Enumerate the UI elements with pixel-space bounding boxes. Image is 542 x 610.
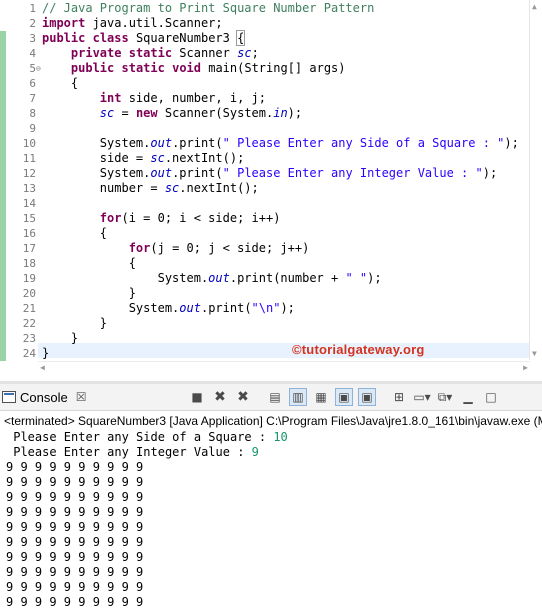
line-number: 4 xyxy=(29,47,36,60)
maximize-icon[interactable]: □ xyxy=(482,388,500,406)
line-number: 14 xyxy=(22,197,36,210)
line-number-gutter: 1 2 3 4 5 6 7 8 9 10 11 12 13 14 15 16 17 18 19 20 21 22 23 24 ⊖ xyxy=(6,0,41,381)
code-line[interactable]: System.out.print("\n"); xyxy=(42,301,295,316)
line-number: 18 xyxy=(22,257,36,270)
line-number: 17 xyxy=(22,242,36,255)
show-stdout-icon[interactable]: ▣ xyxy=(335,388,353,406)
toolbar-separator xyxy=(257,388,263,406)
console-output-row: 9 9 9 9 9 9 9 9 9 9 xyxy=(6,580,151,594)
scroll-left-icon[interactable]: ◀ xyxy=(40,363,45,372)
code-line[interactable]: System.out.print(" Please Enter any Side… xyxy=(42,136,519,151)
code-editor[interactable]: 1 2 3 4 5 6 7 8 9 10 11 12 13 14 15 16 17 18 19 20 21 22 23 24 ⊖… xyxy=(0,0,542,381)
scroll-down-icon[interactable]: ▼ xyxy=(532,349,537,358)
line-number: 9 xyxy=(29,122,36,135)
line-number: 12 xyxy=(22,167,36,180)
show-stderr-icon[interactable]: ▣ xyxy=(358,388,376,406)
code-area[interactable]: // Java Program to Print Square Number P… xyxy=(42,0,530,381)
open-console-icon[interactable]: ⧉▾ xyxy=(436,388,454,406)
remove-all-icon[interactable]: ✖ xyxy=(234,388,252,406)
console-output-row: 9 9 9 9 9 9 9 9 9 9 xyxy=(6,505,151,519)
scroll-up-icon[interactable]: ▲ xyxy=(532,2,537,11)
code-line[interactable]: sc = new Scanner(System.in); xyxy=(42,106,302,121)
code-line[interactable]: for(i = 0; i < side; i++) xyxy=(42,211,281,226)
display-console-icon[interactable]: ▭▾ xyxy=(413,388,431,406)
line-number: 7 xyxy=(29,92,36,105)
watermark: ©tutorialgateway.org xyxy=(292,342,425,357)
user-input: 9 xyxy=(251,445,259,459)
console-output-row: 9 9 9 9 9 9 9 9 9 9 xyxy=(6,475,151,489)
line-number: 23 xyxy=(22,332,36,345)
code-line[interactable]: number = sc.nextInt(); xyxy=(42,181,259,196)
code-line[interactable]: { xyxy=(42,256,136,271)
user-input: 10 xyxy=(273,430,288,444)
console-line: Please Enter any Integer Value : 9 xyxy=(6,445,259,459)
line-number: 1 xyxy=(29,2,36,15)
console-view: Console ☒ ■ ✖ ✖ ▤ ▥ ▦ ▣ ▣ ⊞ ▭▾ ⧉▾ ▁ □ <t… xyxy=(0,384,542,609)
code-line[interactable]: } xyxy=(42,331,78,346)
tab-console-label: Console xyxy=(20,389,68,405)
pin-console-icon[interactable]: ⊞ xyxy=(390,388,408,406)
line-number: 22 xyxy=(22,317,36,330)
code-line[interactable]: for(j = 0; j < side; j++) xyxy=(42,241,310,256)
console-toolbar: ■ ✖ ✖ ▤ ▥ ▦ ▣ ▣ ⊞ ▭▾ ⧉▾ ▁ □ xyxy=(188,388,505,406)
line-number: 16 xyxy=(22,227,36,240)
line-number: 5 xyxy=(29,62,36,75)
console-output-row: 9 9 9 9 9 9 9 9 9 9 xyxy=(6,460,151,474)
remove-launch-icon[interactable]: ✖ xyxy=(211,388,229,406)
console-output-row: 9 9 9 9 9 9 9 9 9 9 xyxy=(6,490,151,504)
scroll-lock-icon[interactable]: ▥ xyxy=(289,388,307,406)
close-icon[interactable]: ☒ xyxy=(76,390,87,404)
code-line[interactable]: { xyxy=(42,76,78,91)
console-output-row: 9 9 9 9 9 9 9 9 9 9 xyxy=(6,535,151,549)
console-output: Please Enter any Side of a Square : 10 P… xyxy=(6,430,288,610)
console-output-row: 9 9 9 9 9 9 9 9 9 9 xyxy=(6,565,151,579)
code-line[interactable]: } xyxy=(42,316,107,331)
line-number: 10 xyxy=(22,137,36,150)
line-number: 19 xyxy=(22,272,36,285)
line-number: 6 xyxy=(29,77,36,90)
line-number: 24 xyxy=(22,347,36,360)
console-icon xyxy=(2,391,16,403)
code-line[interactable]: side = sc.nextInt(); xyxy=(42,151,245,166)
line-number: 3 xyxy=(29,32,36,45)
line-number: 21 xyxy=(22,302,36,315)
scroll-right-icon[interactable]: ▶ xyxy=(523,363,528,372)
line-number: 15 xyxy=(22,212,36,225)
code-line[interactable]: System.out.print(" Please Enter any Inte… xyxy=(42,166,497,181)
process-status-label: <terminated> SquareNumber3 [Java Applica… xyxy=(4,414,542,428)
line-number: 11 xyxy=(22,152,36,165)
code-line[interactable]: int side, number, i, j; xyxy=(42,91,266,106)
console-output-row: 9 9 9 9 9 9 9 9 9 9 xyxy=(6,550,151,564)
line-number: 20 xyxy=(22,287,36,300)
code-line[interactable]: { xyxy=(42,226,107,241)
code-line[interactable]: private static Scanner sc; xyxy=(42,46,259,61)
code-line[interactable]: // Java Program to Print Square Number P… xyxy=(42,1,374,16)
code-line[interactable]: System.out.print(number + " "); xyxy=(42,271,382,286)
tab-console[interactable]: Console ☒ xyxy=(2,386,86,408)
line-number: 8 xyxy=(29,107,36,120)
line-number: 2 xyxy=(29,17,36,30)
console-line: Please Enter any Side of a Square : 10 xyxy=(6,430,288,444)
code-line[interactable]: public class SquareNumber3 { xyxy=(42,30,246,46)
toolbar-separator xyxy=(381,388,387,406)
console-output-row: 9 9 9 9 9 9 9 9 9 9 xyxy=(6,595,151,609)
code-line[interactable]: } xyxy=(42,346,49,361)
console-output-row: 9 9 9 9 9 9 9 9 9 9 xyxy=(6,520,151,534)
code-line[interactable]: import java.util.Scanner; xyxy=(42,16,223,31)
console-tab-bar: Console ☒ ■ ✖ ✖ ▤ ▥ ▦ ▣ ▣ ⊞ ▭▾ ⧉▾ ▁ □ xyxy=(0,384,542,411)
minimize-icon[interactable]: ▁ xyxy=(459,388,477,406)
terminate-icon[interactable]: ■ xyxy=(188,388,206,406)
code-line[interactable]: } xyxy=(42,286,136,301)
editor-vertical-scrollbar[interactable]: ▲ ▼ xyxy=(529,0,542,360)
line-number: 13 xyxy=(22,182,36,195)
clear-console-icon[interactable]: ▤ xyxy=(266,388,284,406)
word-wrap-icon[interactable]: ▦ xyxy=(312,388,330,406)
code-line[interactable]: public static void main(String[] args) xyxy=(42,61,346,76)
editor-horizontal-scrollbar[interactable]: ◀ ▶ xyxy=(38,361,530,374)
